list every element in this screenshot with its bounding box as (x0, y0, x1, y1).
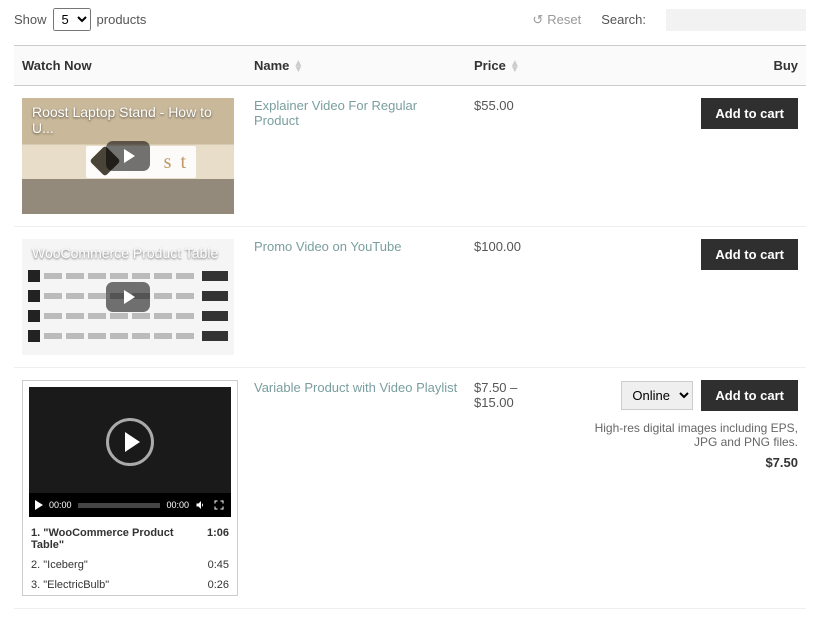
play-icon (106, 141, 150, 171)
video-area[interactable]: 00:00 00:00 (29, 387, 231, 517)
table-row: 00:00 00:00 1. "WooCommerce Product Tabl… (14, 368, 806, 609)
video-thumbnail[interactable]: WooCommerce Product Table (22, 239, 234, 355)
fullscreen-icon[interactable] (213, 499, 225, 511)
col-buy: Buy (566, 46, 806, 86)
col-watch[interactable]: Watch Now (14, 46, 246, 86)
products-label: products (97, 12, 147, 27)
playlist-item[interactable]: 1. "WooCommerce Product Table"1:06 (23, 523, 237, 555)
search-label: Search: (601, 12, 646, 27)
progress-bar[interactable] (78, 503, 161, 508)
product-description: High-res digital images including EPS, J… (574, 421, 798, 449)
product-table: Watch Now Name▲▼ Price▲▼ Buy s t Roost L… (14, 45, 806, 609)
time-duration: 00:00 (166, 500, 189, 510)
play-icon (106, 418, 154, 466)
table-row: WooCommerce Product Table Promo Video on… (14, 227, 806, 368)
playlist: 1. "WooCommerce Product Table"1:06 2. "I… (23, 523, 237, 595)
time-current: 00:00 (49, 500, 72, 510)
add-to-cart-button[interactable]: Add to cart (701, 380, 798, 411)
price: $100.00 (474, 239, 521, 254)
col-name[interactable]: Name▲▼ (246, 46, 466, 86)
reset-label: Reset (547, 12, 581, 27)
play-button-icon[interactable] (35, 500, 43, 510)
video-player: 00:00 00:00 1. "WooCommerce Product Tabl… (22, 380, 238, 596)
reset-button[interactable]: ↺ Reset (532, 12, 581, 28)
search-input[interactable] (666, 9, 806, 31)
sort-icon: ▲▼ (293, 61, 303, 73)
video-thumbnail[interactable]: s t Roost Laptop Stand - How to U... (22, 98, 234, 214)
playlist-item[interactable]: 3. "ElectricBulb"0:26 (23, 575, 237, 595)
sort-icon: ▲▼ (510, 61, 520, 73)
add-to-cart-button[interactable]: Add to cart (701, 98, 798, 129)
undo-icon: ↺ (532, 12, 543, 28)
volume-icon[interactable] (195, 499, 207, 511)
price: $55.00 (474, 98, 514, 113)
thumb-title: Roost Laptop Stand - How to U... (32, 104, 224, 136)
playlist-item[interactable]: 2. "Iceberg"0:45 (23, 555, 237, 575)
table-row: s t Roost Laptop Stand - How to U... Exp… (14, 86, 806, 227)
price: $7.50 – $15.00 (474, 380, 517, 410)
page-size-select[interactable]: 5 (53, 8, 91, 31)
product-name-link[interactable]: Explainer Video For Regular Product (254, 98, 417, 128)
variant-price: $7.50 (574, 455, 798, 470)
toolbar: Show 5 products ↺ Reset Search: (14, 8, 806, 31)
product-name-link[interactable]: Variable Product with Video Playlist (254, 380, 457, 395)
variant-select[interactable]: Online (621, 381, 693, 410)
product-name-link[interactable]: Promo Video on YouTube (254, 239, 401, 254)
video-controls: 00:00 00:00 (29, 493, 231, 517)
col-price[interactable]: Price▲▼ (466, 46, 566, 86)
play-icon (106, 282, 150, 312)
thumb-title: WooCommerce Product Table (32, 245, 224, 261)
add-to-cart-button[interactable]: Add to cart (701, 239, 798, 270)
show-label: Show (14, 12, 47, 27)
